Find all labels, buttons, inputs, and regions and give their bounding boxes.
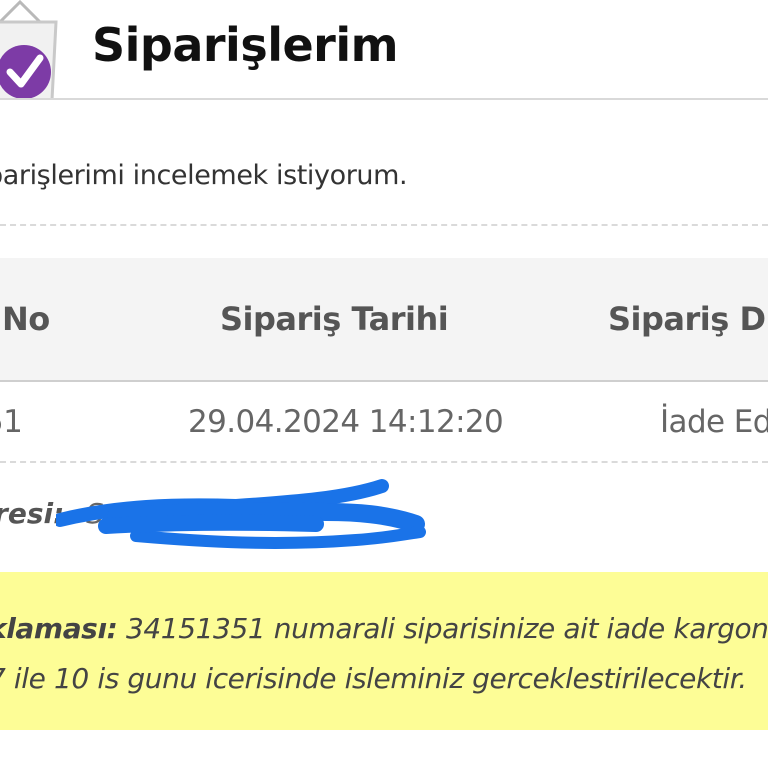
page-title: Siparişlerim bbox=[92, 18, 399, 72]
redaction-scribble bbox=[56, 479, 426, 549]
address-label: dresi: bbox=[0, 497, 65, 530]
column-header-no: No bbox=[2, 300, 50, 338]
header-divider bbox=[0, 98, 768, 100]
order-note-box bbox=[0, 572, 768, 730]
order-date-cell: 29.04.2024 14:12:20 bbox=[188, 404, 504, 440]
divider bbox=[0, 224, 768, 226]
header: Siparişlerim bbox=[0, 0, 768, 100]
order-note-line-1: klaması: 34151351 numarali siparisinize … bbox=[0, 612, 768, 645]
column-header-order-status: Sipariş Du bbox=[608, 300, 768, 338]
order-status-cell: İade Edi bbox=[660, 404, 768, 440]
order-note-text-2: 7 ile 10 is gunu icerisinde isleminiz ge… bbox=[0, 662, 747, 695]
order-note-line-2: 7 ile 10 is gunu icerisinde isleminiz ge… bbox=[0, 662, 747, 695]
order-note-text-1: 34151351 numarali siparisinize ait iade … bbox=[117, 612, 768, 645]
order-number-cell: 51 bbox=[0, 404, 23, 440]
order-note-label: klaması: bbox=[0, 612, 118, 645]
column-header-order-date: Sipariş Tarihi bbox=[220, 300, 449, 338]
intro-text: parişlerimi incelemek istiyorum. bbox=[0, 160, 408, 191]
shopping-bag-check-icon bbox=[0, 0, 58, 100]
divider bbox=[0, 461, 768, 463]
table-header-divider bbox=[0, 380, 768, 382]
